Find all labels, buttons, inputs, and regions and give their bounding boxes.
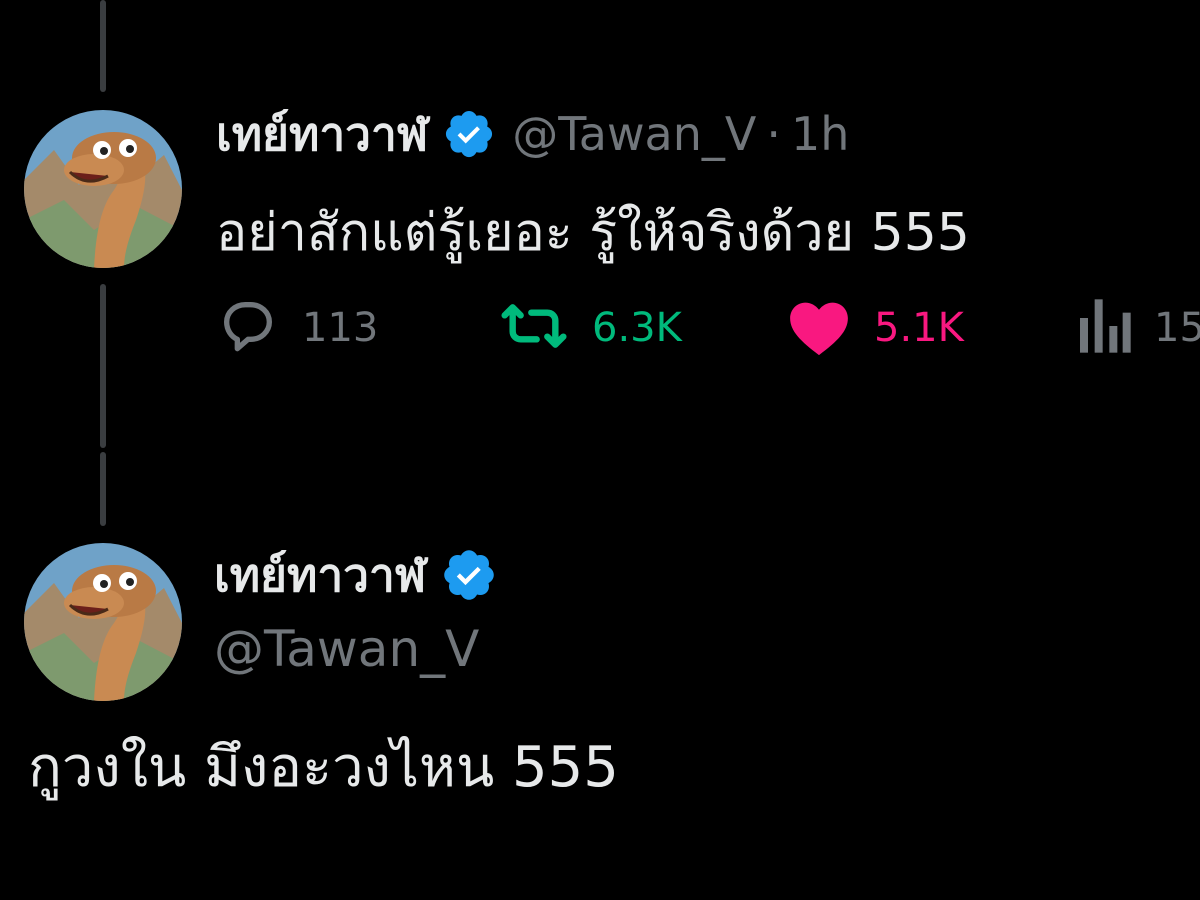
reply-handle[interactable]: @Tawan_V: [214, 620, 479, 678]
heart-icon: [786, 294, 852, 362]
views-icon: [1076, 294, 1132, 362]
parent-avatar[interactable]: [24, 110, 182, 268]
thread-line-lower: [100, 452, 106, 526]
thread-line-top: [100, 0, 106, 92]
like-count: 5.1K: [874, 305, 964, 351]
views-button[interactable]: 15: [1076, 296, 1200, 360]
views-count: 15: [1154, 305, 1200, 351]
reply-icon: [216, 294, 280, 362]
parent-handle[interactable]: @Tawan_V: [512, 107, 756, 161]
parent-tweet-text: อย่าสักแต่รู้เยอะ รู้ให้จริงด้วย 555: [216, 203, 970, 263]
parent-display-name[interactable]: เทย์ทาวาฬ: [216, 98, 428, 171]
parent-header: เทย์ทาวาฬ @Tawan_V · 1h: [216, 102, 849, 166]
verified-badge-icon: [442, 107, 496, 161]
retweet-count: 6.3K: [592, 305, 682, 351]
parent-separator: ·: [766, 107, 781, 161]
like-button[interactable]: 5.1K: [786, 296, 964, 360]
reply-display-name[interactable]: เทย์ทาวาฬ: [214, 539, 426, 612]
dinosaur-avatar-image: [24, 543, 182, 701]
reply-count: 113: [302, 305, 379, 351]
thread-view: เทย์ทาวาฬ @Tawan_V · 1h อย่าสักแต่รู้เยอ…: [0, 0, 1200, 900]
parent-timestamp[interactable]: 1h: [791, 107, 849, 161]
retweet-icon: [498, 294, 570, 362]
reply-avatar[interactable]: [24, 543, 182, 701]
dinosaur-avatar-image: [24, 110, 182, 268]
retweet-button[interactable]: 6.3K: [498, 296, 682, 360]
reply-header: เทย์ทาวาฬ: [214, 540, 498, 610]
reply-tweet-text: กูวงใน มึงอะวงไหน 555: [28, 735, 619, 800]
reply-button[interactable]: 113: [216, 296, 378, 360]
verified-badge-icon: [440, 546, 498, 604]
thread-line-middle: [100, 284, 106, 448]
